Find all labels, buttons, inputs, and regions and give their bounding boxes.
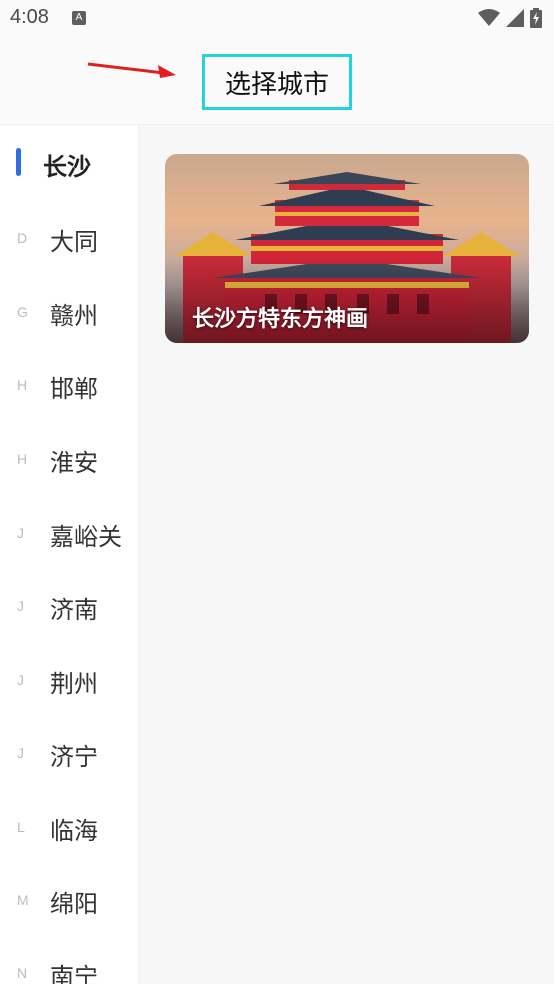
sidebar-item-label: 赣州 <box>50 302 98 330</box>
signal-icon <box>506 9 524 27</box>
page-title-text: 选择城市 <box>224 69 329 100</box>
index-letter: J <box>17 672 24 688</box>
sidebar-item-city[interactable]: H 邯郸 <box>0 375 138 437</box>
index-letter: H <box>17 377 28 393</box>
index-letter: H <box>17 451 28 467</box>
sidebar-item-city[interactable]: D 大同 <box>0 228 138 290</box>
battery-charging-icon <box>530 8 542 28</box>
attraction-title: 长沙方特东方神画 <box>192 307 369 332</box>
sidebar-item-city[interactable]: G 赣州 <box>0 302 138 364</box>
sidebar-item-city[interactable]: J 嘉峪关 <box>0 523 138 585</box>
sidebar-item-city[interactable]: J 荆州 <box>0 670 138 732</box>
sidebar-item-city[interactable]: M 绵阳 <box>0 890 138 952</box>
sidebar-item-city[interactable]: J 济宁 <box>0 743 138 805</box>
sidebar-item-label: 荆州 <box>50 670 98 698</box>
sidebar-item-label: 嘉峪关 <box>50 523 122 551</box>
index-letter: N <box>17 965 28 981</box>
status-icons <box>478 8 542 28</box>
index-letter: J <box>17 525 24 541</box>
status-time: 4:08 <box>10 6 49 28</box>
active-indicator <box>16 148 21 176</box>
sidebar-item-label: 绵阳 <box>50 890 98 918</box>
page-title: 选择城市 <box>202 54 352 110</box>
sidebar-item-label: 临海 <box>50 817 98 845</box>
sidebar-item-label: 济南 <box>50 596 98 624</box>
index-letter: G <box>17 304 28 320</box>
status-bar: 4:08 A <box>0 0 554 40</box>
sidebar-item-label: 济宁 <box>50 743 98 771</box>
index-letter: J <box>17 598 24 614</box>
attraction-card[interactable]: 长沙方特东方神画 <box>165 154 529 343</box>
sidebar-item-label: 淮安 <box>50 449 98 477</box>
sidebar-item-city[interactable]: H 淮安 <box>0 449 138 511</box>
sidebar-item-city[interactable]: N 南宁 <box>0 963 138 984</box>
notification-a-icon: A <box>72 11 86 25</box>
sidebar-item-label: 邯郸 <box>50 375 98 403</box>
wifi-icon <box>478 9 500 26</box>
sidebar-item-label: 南宁 <box>50 963 98 984</box>
index-letter: M <box>17 892 29 908</box>
annotation-arrow-icon <box>87 62 176 78</box>
sidebar-item-city[interactable]: L 临海 <box>0 817 138 879</box>
sidebar-item-active[interactable]: 长沙 <box>0 125 138 185</box>
sidebar-item-city[interactable]: J 济南 <box>0 596 138 658</box>
header: 选择城市 <box>0 40 554 125</box>
index-letter: J <box>17 745 24 761</box>
sidebar-item-label: 大同 <box>50 228 98 256</box>
city-sidebar[interactable]: 长沙 D 大同 G 赣州 H 邯郸 H 淮安 J 嘉峪关 J 济南 J 荆州 J… <box>0 125 139 984</box>
index-letter: L <box>17 819 25 835</box>
index-letter: D <box>17 230 28 246</box>
sidebar-item-label: 长沙 <box>43 153 91 181</box>
